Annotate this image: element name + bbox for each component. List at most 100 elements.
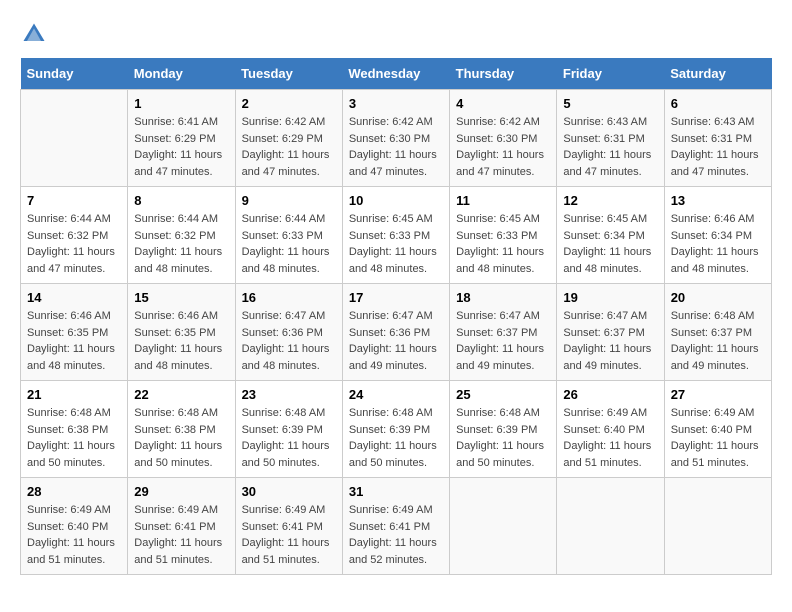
day-info: Sunrise: 6:47 AM Sunset: 6:37 PM Dayligh… — [563, 308, 657, 374]
day-info: Sunrise: 6:42 AM Sunset: 6:30 PM Dayligh… — [349, 114, 443, 180]
day-number: 1 — [134, 96, 228, 111]
day-info: Sunrise: 6:42 AM Sunset: 6:29 PM Dayligh… — [242, 114, 336, 180]
day-info: Sunrise: 6:49 AM Sunset: 6:41 PM Dayligh… — [134, 502, 228, 568]
day-number: 4 — [456, 96, 550, 111]
calendar-cell: 14 Sunrise: 6:46 AM Sunset: 6:35 PM Dayli… — [21, 284, 128, 381]
calendar-cell: 21 Sunrise: 6:48 AM Sunset: 6:38 PM Dayli… — [21, 381, 128, 478]
calendar-cell: 19 Sunrise: 6:47 AM Sunset: 6:37 PM Dayli… — [557, 284, 664, 381]
day-number: 10 — [349, 193, 443, 208]
day-number: 18 — [456, 290, 550, 305]
calendar-cell: 27 Sunrise: 6:49 AM Sunset: 6:40 PM Dayli… — [664, 381, 771, 478]
calendar-table: SundayMondayTuesdayWednesdayThursdayFrid… — [20, 58, 772, 575]
day-info: Sunrise: 6:47 AM Sunset: 6:37 PM Dayligh… — [456, 308, 550, 374]
day-number: 17 — [349, 290, 443, 305]
day-number: 30 — [242, 484, 336, 499]
calendar-cell: 28 Sunrise: 6:49 AM Sunset: 6:40 PM Dayli… — [21, 478, 128, 575]
day-number: 27 — [671, 387, 765, 402]
calendar-cell: 3 Sunrise: 6:42 AM Sunset: 6:30 PM Daylig… — [342, 90, 449, 187]
calendar-cell: 13Sunrise: 6:46 AM Sunset: 6:34 PM Dayli… — [664, 187, 771, 284]
calendar-week-row: 1 Sunrise: 6:41 AM Sunset: 6:29 PM Daylig… — [21, 90, 772, 187]
day-number: 24 — [349, 387, 443, 402]
calendar-week-row: 28 Sunrise: 6:49 AM Sunset: 6:40 PM Dayli… — [21, 478, 772, 575]
day-info: Sunrise: 6:47 AM Sunset: 6:36 PM Dayligh… — [349, 308, 443, 374]
day-info: Sunrise: 6:44 AM Sunset: 6:33 PM Dayligh… — [242, 211, 336, 277]
calendar-cell: 20 Sunrise: 6:48 AM Sunset: 6:37 PM Dayli… — [664, 284, 771, 381]
day-info: Sunrise: 6:48 AM Sunset: 6:38 PM Dayligh… — [27, 405, 121, 471]
day-info: Sunrise: 6:48 AM Sunset: 6:39 PM Dayligh… — [349, 405, 443, 471]
day-info: Sunrise: 6:48 AM Sunset: 6:39 PM Dayligh… — [242, 405, 336, 471]
calendar-body: 1 Sunrise: 6:41 AM Sunset: 6:29 PM Daylig… — [21, 90, 772, 575]
day-number: 29 — [134, 484, 228, 499]
day-number: 20 — [671, 290, 765, 305]
day-number: 14 — [27, 290, 121, 305]
calendar-cell: 24 Sunrise: 6:48 AM Sunset: 6:39 PM Dayli… — [342, 381, 449, 478]
calendar-cell: 2 Sunrise: 6:42 AM Sunset: 6:29 PM Daylig… — [235, 90, 342, 187]
day-of-week-header: Sunday — [21, 58, 128, 90]
day-info: Sunrise: 6:43 AM Sunset: 6:31 PM Dayligh… — [671, 114, 765, 180]
calendar-cell: 12 Sunrise: 6:45 AM Sunset: 6:34 PM Dayli… — [557, 187, 664, 284]
day-of-week-header: Saturday — [664, 58, 771, 90]
calendar-cell: 29 Sunrise: 6:49 AM Sunset: 6:41 PM Dayli… — [128, 478, 235, 575]
calendar-cell: 4 Sunrise: 6:42 AM Sunset: 6:30 PM Daylig… — [450, 90, 557, 187]
calendar-cell: 25 Sunrise: 6:48 AM Sunset: 6:39 PM Dayli… — [450, 381, 557, 478]
day-info: Sunrise: 6:45 AM Sunset: 6:33 PM Dayligh… — [456, 211, 550, 277]
calendar-cell: 10Sunrise: 6:45 AM Sunset: 6:33 PM Dayli… — [342, 187, 449, 284]
day-number: 8 — [134, 193, 228, 208]
calendar-cell: 22Sunrise: 6:48 AM Sunset: 6:38 PM Dayli… — [128, 381, 235, 478]
calendar-cell — [21, 90, 128, 187]
calendar-header: SundayMondayTuesdayWednesdayThursdayFrid… — [21, 58, 772, 90]
day-info: Sunrise: 6:44 AM Sunset: 6:32 PM Dayligh… — [134, 211, 228, 277]
day-number: 31 — [349, 484, 443, 499]
day-info: Sunrise: 6:49 AM Sunset: 6:40 PM Dayligh… — [563, 405, 657, 471]
day-number: 9 — [242, 193, 336, 208]
day-info: Sunrise: 6:45 AM Sunset: 6:34 PM Dayligh… — [563, 211, 657, 277]
day-number: 2 — [242, 96, 336, 111]
calendar-cell: 31 Sunrise: 6:49 AM Sunset: 6:41 PM Dayli… — [342, 478, 449, 575]
day-info: Sunrise: 6:46 AM Sunset: 6:35 PM Dayligh… — [27, 308, 121, 374]
day-info: Sunrise: 6:49 AM Sunset: 6:40 PM Dayligh… — [27, 502, 121, 568]
day-info: Sunrise: 6:41 AM Sunset: 6:29 PM Dayligh… — [134, 114, 228, 180]
logo — [20, 20, 52, 48]
day-number: 12 — [563, 193, 657, 208]
calendar-cell: 16Sunrise: 6:47 AM Sunset: 6:36 PM Dayli… — [235, 284, 342, 381]
day-info: Sunrise: 6:46 AM Sunset: 6:34 PM Dayligh… — [671, 211, 765, 277]
day-info: Sunrise: 6:49 AM Sunset: 6:41 PM Dayligh… — [242, 502, 336, 568]
calendar-cell: 17 Sunrise: 6:47 AM Sunset: 6:36 PM Dayli… — [342, 284, 449, 381]
calendar-cell: 7Sunrise: 6:44 AM Sunset: 6:32 PM Daylig… — [21, 187, 128, 284]
day-info: Sunrise: 6:49 AM Sunset: 6:40 PM Dayligh… — [671, 405, 765, 471]
day-number: 3 — [349, 96, 443, 111]
calendar-cell: 23 Sunrise: 6:48 AM Sunset: 6:39 PM Dayli… — [235, 381, 342, 478]
day-info: Sunrise: 6:48 AM Sunset: 6:39 PM Dayligh… — [456, 405, 550, 471]
calendar-cell: 18 Sunrise: 6:47 AM Sunset: 6:37 PM Dayli… — [450, 284, 557, 381]
calendar-week-row: 7 Sunrise: 6:44 AM Sunset: 6:32 PM Daylig… — [21, 187, 772, 284]
day-info: Sunrise: 6:46 AM Sunset: 6:35 PM Dayligh… — [134, 308, 228, 374]
calendar-cell: 26Sunrise: 6:49 AM Sunset: 6:40 PM Dayli… — [557, 381, 664, 478]
calendar-cell — [450, 478, 557, 575]
day-number: 28 — [27, 484, 121, 499]
calendar-cell: 30 Sunrise: 6:49 AM Sunset: 6:41 PM Dayli… — [235, 478, 342, 575]
day-number: 7 — [27, 193, 121, 208]
calendar-cell: 6 Sunrise: 6:43 AM Sunset: 6:31 PM Daylig… — [664, 90, 771, 187]
day-number: 5 — [563, 96, 657, 111]
day-info: Sunrise: 6:48 AM Sunset: 6:38 PM Dayligh… — [134, 405, 228, 471]
day-of-week-header: Monday — [128, 58, 235, 90]
calendar-cell: 11 Sunrise: 6:45 AM Sunset: 6:33 PM Dayli… — [450, 187, 557, 284]
calendar-cell: 8 Sunrise: 6:44 AM Sunset: 6:32 PM Daylig… — [128, 187, 235, 284]
day-number: 19 — [563, 290, 657, 305]
day-number: 21 — [27, 387, 121, 402]
calendar-cell — [557, 478, 664, 575]
day-number: 6 — [671, 96, 765, 111]
day-info: Sunrise: 6:49 AM Sunset: 6:41 PM Dayligh… — [349, 502, 443, 568]
day-number: 25 — [456, 387, 550, 402]
day-of-week-header: Wednesday — [342, 58, 449, 90]
calendar-cell: 9 Sunrise: 6:44 AM Sunset: 6:33 PM Daylig… — [235, 187, 342, 284]
day-number: 23 — [242, 387, 336, 402]
day-info: Sunrise: 6:43 AM Sunset: 6:31 PM Dayligh… — [563, 114, 657, 180]
day-info: Sunrise: 6:42 AM Sunset: 6:30 PM Dayligh… — [456, 114, 550, 180]
day-number: 11 — [456, 193, 550, 208]
day-of-week-header: Tuesday — [235, 58, 342, 90]
calendar-cell: 15Sunrise: 6:46 AM Sunset: 6:35 PM Dayli… — [128, 284, 235, 381]
day-info: Sunrise: 6:48 AM Sunset: 6:37 PM Dayligh… — [671, 308, 765, 374]
calendar-cell — [664, 478, 771, 575]
day-of-week-header: Friday — [557, 58, 664, 90]
